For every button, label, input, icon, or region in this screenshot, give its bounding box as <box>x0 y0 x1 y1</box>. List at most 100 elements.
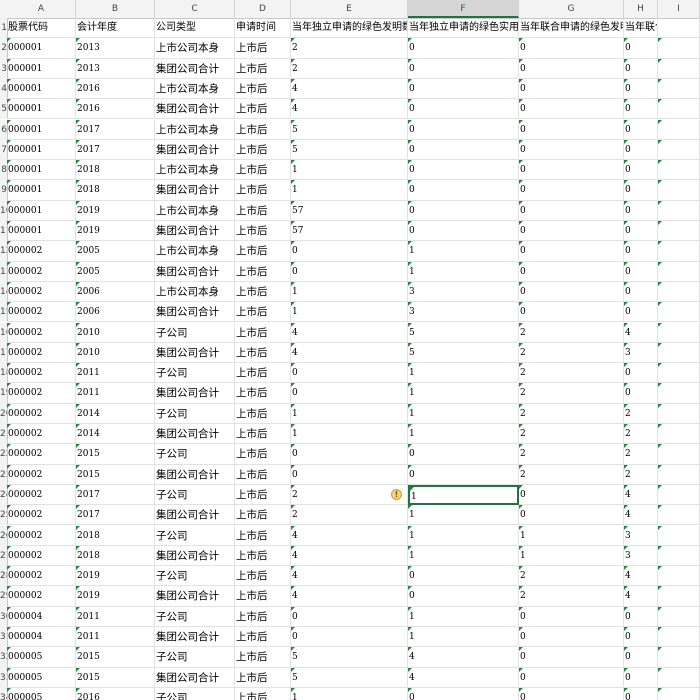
cell-a[interactable]: 000001 <box>7 221 76 242</box>
header-cell-i[interactable] <box>658 18 700 39</box>
cell-c[interactable]: 集团公司合计 <box>155 302 235 323</box>
header-cell-f[interactable]: 当年独立申请的绿色实用新型数 <box>408 18 519 39</box>
header-cell-d[interactable]: 申请时间 <box>235 18 291 39</box>
cell-i[interactable] <box>658 464 700 485</box>
cell-e[interactable]: 0 <box>291 261 408 282</box>
cell-c[interactable]: 子公司 <box>155 484 235 506</box>
warning-diamond-icon[interactable]: ! <box>391 489 402 500</box>
cell-b[interactable]: 2014 <box>76 424 155 445</box>
cell-c[interactable]: 集团公司合计 <box>155 261 235 282</box>
cell-d[interactable]: 上市后 <box>235 505 291 526</box>
cell-c[interactable]: 集团公司合计 <box>155 139 235 161</box>
cell-i[interactable] <box>658 586 700 607</box>
header-cell-a[interactable]: 股票代码 <box>7 18 76 39</box>
cell-c[interactable]: 集团公司合计 <box>155 627 235 648</box>
cell-g[interactable]: 0 <box>519 281 624 303</box>
cell-d[interactable]: 上市后 <box>235 99 291 120</box>
cell-f[interactable]: 0 <box>408 221 519 242</box>
cell-e[interactable]: 1 <box>291 180 408 201</box>
cell-i[interactable] <box>658 505 700 526</box>
cell-e[interactable]: 1 <box>291 160 408 181</box>
column-header-a[interactable]: A <box>7 0 76 18</box>
cell-b[interactable]: 2018 <box>76 545 155 567</box>
cell-i[interactable] <box>658 261 700 282</box>
cell-h[interactable]: 0 <box>624 221 658 242</box>
cell-a[interactable]: 000001 <box>7 99 76 120</box>
cell-d[interactable]: 上市后 <box>235 119 291 140</box>
cell-f[interactable]: 1 <box>408 261 519 282</box>
cell-e[interactable]: 4 <box>291 566 408 587</box>
cell-f[interactable]: 0 <box>408 160 519 181</box>
cell-g[interactable]: 0 <box>519 139 624 161</box>
cell-c[interactable]: 集团公司合计 <box>155 505 235 526</box>
cell-g[interactable]: 2 <box>519 342 624 364</box>
cell-e[interactable]: 2 <box>291 38 408 59</box>
cell-a[interactable]: 000002 <box>7 322 76 343</box>
cell-d[interactable]: 上市后 <box>235 525 291 546</box>
cell-i[interactable] <box>658 424 700 445</box>
cell-b[interactable]: 2018 <box>76 160 155 181</box>
cell-c[interactable]: 子公司 <box>155 606 235 627</box>
cell-d[interactable]: 上市后 <box>235 444 291 465</box>
cell-h[interactable]: 0 <box>624 363 658 384</box>
cell-e[interactable]: 57 <box>291 221 408 242</box>
cell-h[interactable]: 4 <box>624 505 658 526</box>
cell-f[interactable]: 1 <box>408 363 519 384</box>
header-cell-g[interactable]: 当年联合申请的绿色发明数量 <box>519 18 624 39</box>
cell-d[interactable]: 上市后 <box>235 139 291 161</box>
cell-g[interactable]: 0 <box>519 58 624 79</box>
cell-g[interactable]: 0 <box>519 302 624 323</box>
cell-g[interactable]: 0 <box>519 505 624 526</box>
cell-i[interactable] <box>658 403 700 424</box>
cell-a[interactable]: 000002 <box>7 545 76 567</box>
cell-h[interactable]: 0 <box>624 241 658 262</box>
cell-c[interactable]: 集团公司合计 <box>155 342 235 364</box>
column-header-d[interactable]: D <box>235 0 291 18</box>
cell-b[interactable]: 2015 <box>76 464 155 485</box>
cell-e[interactable]: 4 <box>291 322 408 343</box>
cell-b[interactable]: 2017 <box>76 484 155 506</box>
cell-b[interactable]: 2005 <box>76 261 155 282</box>
cell-h[interactable]: 0 <box>624 667 658 688</box>
cell-b[interactable]: 2006 <box>76 302 155 323</box>
cell-h[interactable]: 0 <box>624 687 658 700</box>
cell-g[interactable]: 0 <box>519 160 624 181</box>
cell-c[interactable]: 上市公司本身 <box>155 241 235 262</box>
cell-h[interactable]: 0 <box>624 302 658 323</box>
cell-g[interactable]: 0 <box>519 241 624 262</box>
cell-c[interactable]: 上市公司本身 <box>155 119 235 140</box>
cell-f[interactable]: 1 <box>408 505 519 526</box>
cell-i[interactable] <box>658 58 700 79</box>
cell-i[interactable] <box>658 647 700 668</box>
cell-c[interactable]: 集团公司合计 <box>155 424 235 445</box>
cell-c[interactable]: 子公司 <box>155 566 235 587</box>
cell-g[interactable]: 0 <box>519 119 624 140</box>
column-header-b[interactable]: B <box>76 0 155 18</box>
column-header-e[interactable]: E <box>291 0 408 18</box>
cell-d[interactable]: 上市后 <box>235 302 291 323</box>
cell-d[interactable]: 上市后 <box>235 78 291 100</box>
cell-a[interactable]: 000002 <box>7 566 76 587</box>
cell-d[interactable]: 上市后 <box>235 687 291 700</box>
cell-e[interactable]: 57 <box>291 200 408 221</box>
cell-c[interactable]: 上市公司本身 <box>155 78 235 100</box>
cell-e[interactable]: 5 <box>291 139 408 161</box>
cell-h[interactable]: 0 <box>624 606 658 627</box>
cell-b[interactable]: 2011 <box>76 383 155 404</box>
cell-a[interactable]: 000001 <box>7 160 76 181</box>
cell-d[interactable]: 上市后 <box>235 647 291 668</box>
cell-a[interactable]: 000005 <box>7 667 76 688</box>
cell-h[interactable]: 3 <box>624 545 658 567</box>
cell-a[interactable]: 000001 <box>7 180 76 201</box>
cell-i[interactable] <box>658 180 700 201</box>
cell-h[interactable]: 0 <box>624 261 658 282</box>
cell-a[interactable]: 000005 <box>7 647 76 668</box>
cell-d[interactable]: 上市后 <box>235 38 291 59</box>
cell-f[interactable]: 0 <box>408 58 519 79</box>
cell-g[interactable]: 2 <box>519 566 624 587</box>
cell-g[interactable]: 2 <box>519 322 624 343</box>
cell-i[interactable] <box>658 484 700 506</box>
cell-f[interactable]: 0 <box>408 464 519 485</box>
cell-d[interactable]: 上市后 <box>235 58 291 79</box>
cell-a[interactable]: 000005 <box>7 687 76 700</box>
